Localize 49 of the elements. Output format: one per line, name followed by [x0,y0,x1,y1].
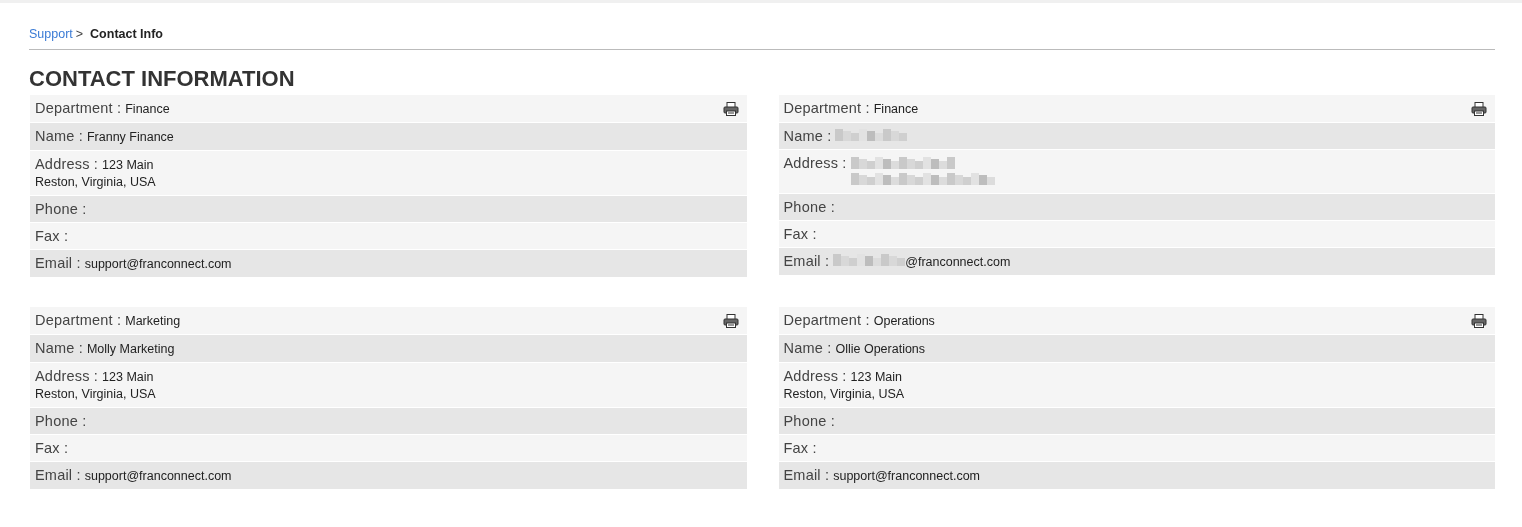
field-label: Name : [783,340,832,357]
field-value: support@franconnect.com [84,256,232,273]
breadcrumb-link[interactable]: Support [29,27,73,41]
field-label: Phone : [783,413,835,430]
field-value: @franconnect.com [905,254,1011,271]
field-value: Molly Marketing [86,341,175,358]
field-value: Reston, Virginia, USA [783,386,906,403]
field-label: Address : [783,368,847,385]
field-value: Operations [873,313,935,330]
field-label: Address : [35,156,99,173]
field-label: Name : [35,340,83,357]
field-label: Fax : [783,440,817,457]
field-label: Name : [783,128,832,145]
breadcrumb-separator: > [75,27,84,41]
field-value: Finance [125,101,170,118]
field-value: Finance [873,101,919,118]
field-label: Address : [35,368,99,385]
field-label: Email : [35,467,81,484]
printer-icon[interactable] [722,102,739,116]
breadcrumb-current: Contact Info [90,27,163,41]
field-value: 123 Main [102,369,154,386]
field-label: Fax : [35,440,69,457]
field-value: Franny Finance [86,129,174,146]
field-value: 123 Main [850,369,902,386]
field-value: support@franconnect.com [833,468,980,485]
field-value: 123 Main [102,157,154,174]
page-title: CONTACT INFORMATION [29,68,296,90]
printer-icon[interactable] [1471,314,1487,328]
field-label: Phone : [783,199,835,216]
field-label: Phone : [35,201,87,218]
field-value: support@franconnect.com [84,468,232,485]
field-value: Marketing [125,313,181,330]
field-label: Address : [783,155,847,172]
printer-icon[interactable] [1471,102,1487,116]
field-label: Email : [35,255,81,272]
field-label: Email : [783,467,830,484]
field-label: Name : [35,128,83,145]
field-label: Fax : [35,228,69,245]
field-value: Ollie Operations [835,341,926,358]
field-value: Reston, Virginia, USA [35,174,157,191]
field-label: Department : [35,100,122,117]
printer-icon[interactable] [722,314,739,328]
field-label: Department : [783,312,870,329]
field-label: Fax : [783,226,817,243]
field-label: Phone : [35,413,87,430]
field-label: Department : [783,100,870,117]
field-label: Department : [35,312,122,329]
field-label: Email : [783,253,830,270]
field-value: Reston, Virginia, USA [35,386,157,403]
